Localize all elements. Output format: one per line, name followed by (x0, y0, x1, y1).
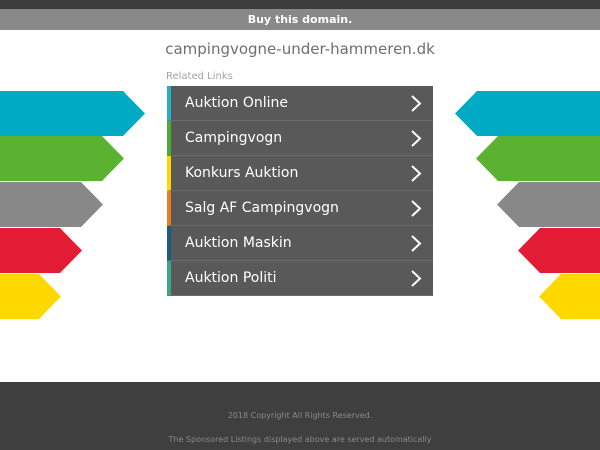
decor-arrow-shape (0, 91, 145, 136)
related-link-label: Konkurs Auktion (185, 165, 299, 181)
chevron-right-icon (411, 270, 422, 287)
related-link-label: Salg AF Campingvogn (185, 200, 339, 216)
decor-arrow-shape (497, 182, 600, 227)
decor-arrow-shape (0, 274, 61, 319)
related-link[interactable]: Auktion Maskin (167, 226, 433, 261)
decor-arrow-shape (0, 228, 82, 273)
chevron-right-icon (411, 165, 422, 182)
decor-arrow-shape (518, 228, 600, 273)
footer: 2018 Copyright All Rights Reserved. The … (0, 382, 600, 450)
related-link-label: Campingvogn (185, 130, 283, 146)
related-link-label: Auktion Online (185, 95, 288, 111)
decor-arrow-shape (476, 136, 600, 181)
chevron-right-icon (411, 200, 422, 217)
top-dark-bar (0, 0, 600, 9)
related-link[interactable]: Campingvogn (167, 121, 433, 156)
related-link[interactable]: Auktion Online (167, 86, 433, 121)
related-link[interactable]: Konkurs Auktion (167, 156, 433, 191)
buy-domain-button[interactable]: Buy this domain. (0, 9, 600, 30)
related-link-label: Auktion Maskin (185, 235, 292, 251)
related-link-label: Auktion Politi (185, 270, 277, 286)
chevron-right-icon (411, 235, 422, 252)
related-links-list: Auktion Online Campingvogn Konkurs Aukti… (167, 86, 433, 296)
chevron-right-icon (411, 130, 422, 147)
domain-name: campingvogne-under-hammeren.dk (165, 40, 435, 58)
related-link[interactable]: Auktion Politi (167, 261, 433, 296)
chevron-right-icon (411, 95, 422, 112)
footer-copyright: 2018 Copyright All Rights Reserved. (227, 411, 373, 420)
decor-arrow-shape (0, 182, 103, 227)
decor-arrow-shape (539, 274, 600, 319)
related-link[interactable]: Salg AF Campingvogn (167, 191, 433, 226)
footer-disclaimer: The Sponsored Listings displayed above a… (168, 435, 432, 444)
decor-arrow-shape (0, 136, 124, 181)
decor-arrow-shape (455, 91, 600, 136)
related-links-heading: Related Links (166, 71, 233, 82)
